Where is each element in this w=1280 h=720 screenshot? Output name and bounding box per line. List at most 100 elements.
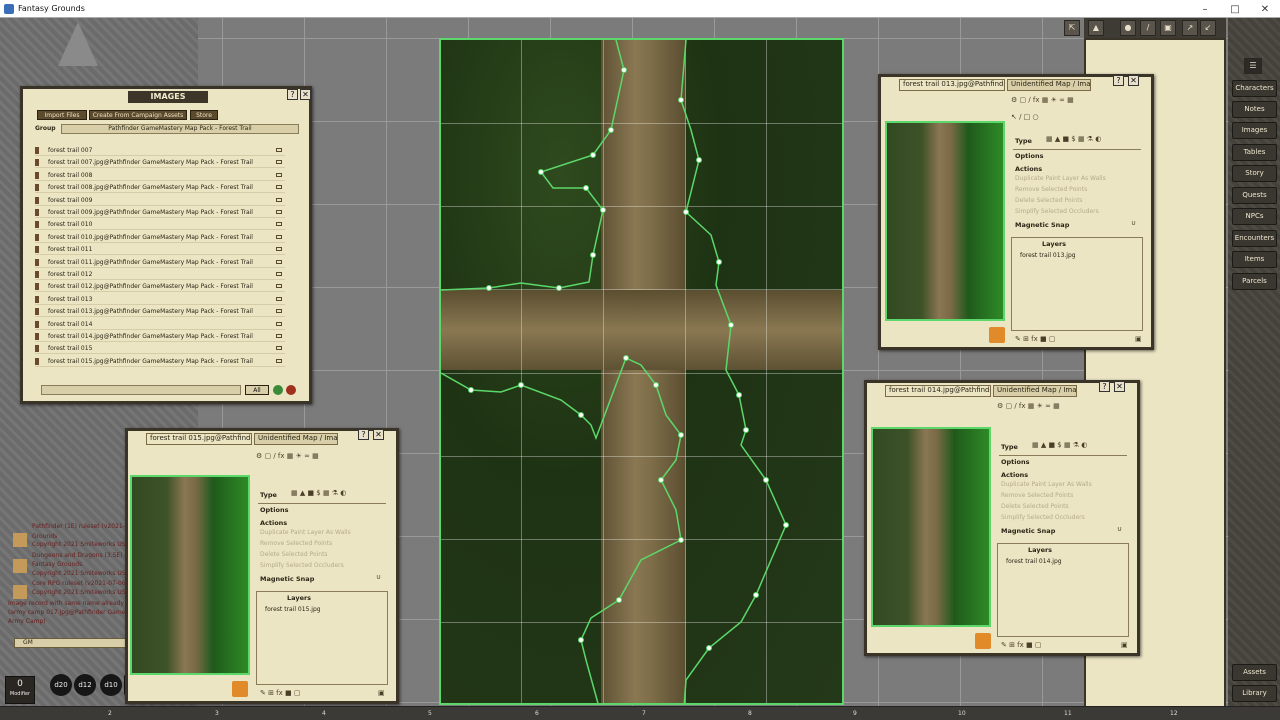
- store-button[interactable]: Store: [190, 110, 218, 120]
- close-window-button[interactable]: ✕: [1128, 75, 1139, 86]
- trash-icon[interactable]: ▣: [1135, 335, 1142, 343]
- link-icon[interactable]: [35, 147, 39, 154]
- link-icon[interactable]: [35, 221, 39, 229]
- action-delete[interactable]: Delete Selected Points: [1015, 197, 1083, 204]
- link-icon[interactable]: [35, 196, 39, 204]
- magnet-icon[interactable]: ∪: [1131, 219, 1136, 227]
- action-delete[interactable]: Delete Selected Points: [260, 551, 328, 558]
- sidebar-item-library[interactable]: Library: [1232, 685, 1277, 702]
- sidebar-item-characters[interactable]: Characters: [1232, 80, 1277, 97]
- link-icon[interactable]: [35, 320, 39, 328]
- link-icon[interactable]: [35, 283, 39, 291]
- share-icon[interactable]: [975, 633, 991, 649]
- layer-item[interactable]: forest trail 014.jpg: [1006, 558, 1062, 565]
- d10-die[interactable]: d10: [100, 674, 122, 696]
- image-list-item[interactable]: forest trail 012.jpg@Pathfinder GameMast…: [35, 281, 285, 293]
- type-icons[interactable]: ▦ ▲ ■ $ ▦ ⚗ ◐: [1032, 441, 1087, 449]
- visibility-icon[interactable]: [276, 172, 282, 177]
- image-preview[interactable]: [871, 427, 991, 627]
- filter-all-button[interactable]: All: [245, 385, 269, 395]
- visibility-icon[interactable]: [276, 284, 282, 289]
- maximize-button[interactable]: □: [1220, 0, 1250, 18]
- toolbar-icons[interactable]: ⚙ ▢ ∕ fx ▦ ☀ ∞ ▦: [256, 452, 319, 460]
- help-button[interactable]: ?: [1113, 75, 1124, 86]
- expand-icon[interactable]: ↗: [1182, 20, 1198, 36]
- action-remove[interactable]: Remove Selected Points: [1015, 186, 1087, 193]
- image-list-item[interactable]: forest trail 013.jpg@Pathfinder GameMast…: [35, 306, 285, 318]
- image-list-item[interactable]: forest trail 011: [35, 244, 285, 256]
- trash-icon[interactable]: ▣: [378, 689, 385, 697]
- visibility-icon[interactable]: [276, 334, 282, 338]
- fullscreen-icon[interactable]: ⇱: [1064, 20, 1080, 36]
- sidebar-item-images[interactable]: Images: [1232, 122, 1277, 139]
- chat-log[interactable]: Pathfinder (1E) ruleset (v2021-06- Groun…: [8, 520, 126, 642]
- tab-image-015[interactable]: forest trail 015.jpg@Pathfinder Game: [146, 433, 252, 445]
- visibility-icon[interactable]: [276, 272, 282, 276]
- collapse-icon[interactable]: ↙: [1200, 20, 1216, 36]
- action-simplify[interactable]: Simplify Selected Occluders: [1015, 208, 1099, 215]
- sidebar-item-quests[interactable]: Quests: [1232, 187, 1277, 204]
- link-icon[interactable]: [35, 345, 39, 353]
- sidebar-item-assets[interactable]: Assets: [1232, 664, 1277, 681]
- help-button[interactable]: ?: [1099, 381, 1110, 392]
- image-list-item[interactable]: forest trail 010: [35, 219, 285, 231]
- image-list-item[interactable]: forest trail 011.jpg@Pathfinder GameMast…: [35, 257, 285, 268]
- type-icons[interactable]: ▦ ▲ ■ $ ▦ ⚗ ◐: [291, 489, 346, 497]
- visibility-icon[interactable]: [276, 234, 282, 239]
- pin-icon[interactable]: ●: [1120, 20, 1136, 36]
- visibility-icon[interactable]: [276, 296, 282, 301]
- visibility-icon[interactable]: [276, 358, 282, 363]
- sidebar-item-parcels[interactable]: Parcels: [1232, 273, 1277, 290]
- minimize-button[interactable]: –: [1190, 0, 1220, 18]
- link-icon[interactable]: [35, 333, 39, 340]
- menu-icon[interactable]: ☰: [1244, 58, 1262, 74]
- bottom-tools-icon[interactable]: ✎ ⊞ fx ■ ▢: [1015, 335, 1055, 343]
- link-icon[interactable]: [35, 246, 39, 254]
- help-button[interactable]: ?: [358, 429, 369, 440]
- pointer-tools-icon[interactable]: ↖ ∕ □ ○: [1011, 113, 1039, 121]
- sidebar-item-encounters[interactable]: Encounters: [1232, 230, 1277, 247]
- filter-input[interactable]: [41, 385, 241, 395]
- import-files-button[interactable]: Import Files: [37, 110, 87, 120]
- forest-trail-map[interactable]: [439, 38, 844, 705]
- tab-image-014[interactable]: forest trail 014.jpg@Pathfinder Game: [885, 385, 991, 397]
- group-select[interactable]: Pathfinder GameMastery Map Pack - Forest…: [61, 124, 299, 134]
- close-button[interactable]: ✕: [1250, 0, 1280, 18]
- link-icon[interactable]: [35, 159, 39, 167]
- share-icon[interactable]: [989, 327, 1005, 343]
- magnet-icon[interactable]: ∪: [376, 573, 381, 581]
- delete-icon[interactable]: [286, 385, 296, 395]
- link-icon[interactable]: [35, 308, 39, 316]
- type-icons[interactable]: ▦ ▲ ■ $ ▦ ⚗ ◐: [1046, 135, 1101, 143]
- create-from-assets-button[interactable]: Create From Campaign Assets: [89, 110, 187, 120]
- image-list-item[interactable]: forest trail 009.jpg@Pathfinder GameMast…: [35, 207, 285, 218]
- add-icon[interactable]: [273, 385, 283, 395]
- image-preview[interactable]: [130, 475, 250, 675]
- d12-die[interactable]: d12: [74, 674, 96, 696]
- visibility-icon[interactable]: [276, 247, 282, 252]
- image-list-item[interactable]: forest trail 014.jpg@Pathfinder GameMast…: [35, 331, 285, 342]
- share-icon[interactable]: [232, 681, 248, 697]
- image-list-item[interactable]: forest trail 009: [35, 195, 285, 206]
- visibility-icon[interactable]: [276, 321, 282, 326]
- link-icon[interactable]: [35, 271, 39, 278]
- image-list-item[interactable]: forest trail 010.jpg@Pathfinder GameMast…: [35, 232, 285, 243]
- close-panel-button[interactable]: ✕: [300, 89, 311, 100]
- visibility-icon[interactable]: [276, 309, 282, 314]
- image-list-item[interactable]: forest trail 014: [35, 319, 285, 330]
- visibility-icon[interactable]: [276, 185, 282, 190]
- sidebar-item-notes[interactable]: Notes: [1232, 101, 1277, 118]
- layer-item[interactable]: forest trail 013.jpg: [1020, 252, 1076, 259]
- action-simplify[interactable]: Simplify Selected Occluders: [1001, 514, 1085, 521]
- image-list-item[interactable]: forest trail 008: [35, 170, 285, 181]
- link-icon[interactable]: [35, 171, 39, 179]
- action-simplify[interactable]: Simplify Selected Occluders: [260, 562, 344, 569]
- brush-icon[interactable]: /: [1140, 20, 1156, 36]
- image-list-item[interactable]: forest trail 012: [35, 269, 285, 280]
- tab-unidentified[interactable]: Unidentified Map / Imag: [993, 385, 1077, 397]
- image-list-item[interactable]: forest trail 007: [35, 145, 285, 156]
- visibility-icon[interactable]: [276, 346, 282, 351]
- sidebar-item-items[interactable]: Items: [1232, 251, 1277, 268]
- link-icon[interactable]: [35, 184, 39, 192]
- action-duplicate[interactable]: Duplicate Paint Layer As Walls: [260, 529, 351, 536]
